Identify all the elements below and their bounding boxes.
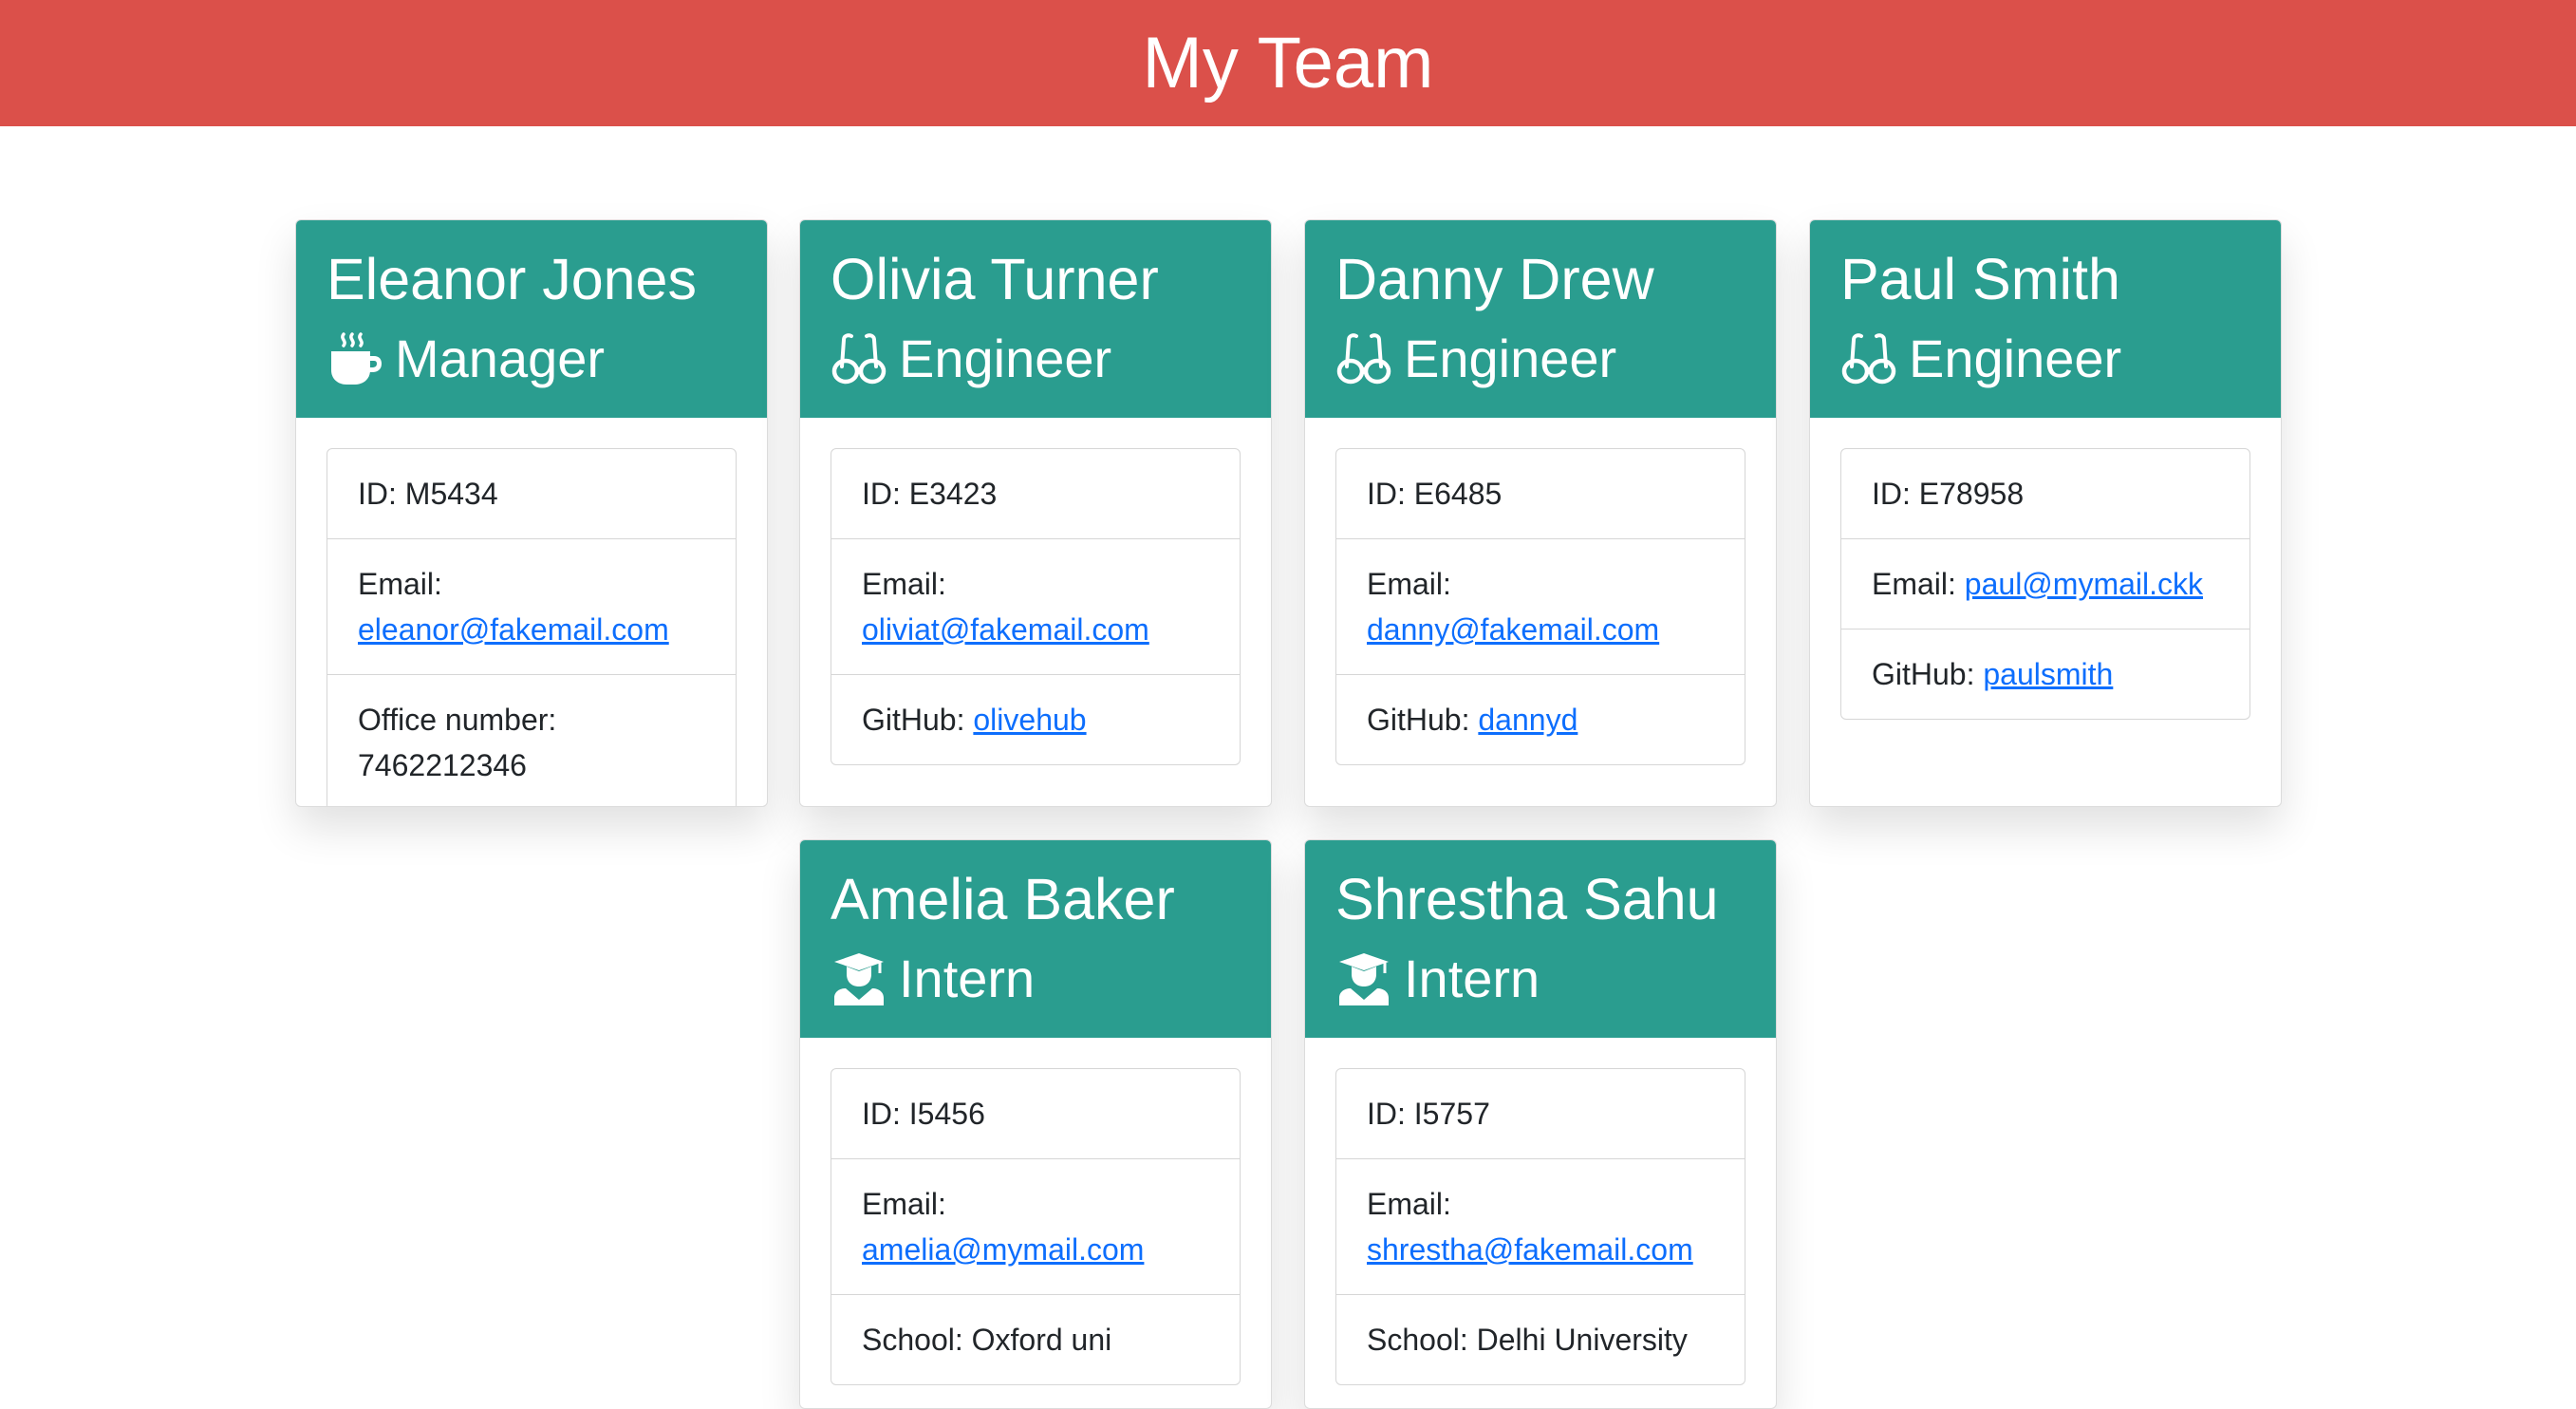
- office-number-item: Office number: 7462212346: [327, 674, 736, 806]
- school-item: School: Delhi University: [1336, 1294, 1745, 1384]
- info-list: ID: E3423 Email: oliviat@fakemail.com Gi…: [831, 448, 1241, 765]
- github-link[interactable]: dannyd: [1478, 703, 1577, 737]
- role-label: Engineer: [899, 329, 1112, 388]
- employee-role: Engineer: [831, 319, 1271, 399]
- coffee-mug-icon: [327, 330, 383, 387]
- employee-card: Eleanor Jones Manager ID: M5434 Email: e…: [295, 219, 768, 807]
- employee-role: Manager: [327, 319, 767, 399]
- card-header: Amelia Baker Intern: [800, 840, 1271, 1038]
- card-body: ID: I5456 Email: amelia@mymail.com Schoo…: [800, 1038, 1271, 1408]
- email-label: Email:: [1367, 567, 1451, 601]
- email-link[interactable]: shrestha@fakemail.com: [1367, 1232, 1693, 1267]
- email-label: Email:: [1872, 567, 1956, 601]
- school-value: Oxford uni: [971, 1323, 1112, 1357]
- github-item: GitHub: dannyd: [1336, 674, 1745, 764]
- email-label: Email:: [1367, 1187, 1451, 1221]
- github-label: GitHub:: [1367, 703, 1470, 737]
- github-label: GitHub:: [862, 703, 965, 737]
- email-item: Email: oliviat@fakemail.com: [831, 538, 1240, 674]
- info-list: ID: M5434 Email: eleanor@fakemail.com Of…: [327, 448, 737, 806]
- card-body: ID: M5434 Email: eleanor@fakemail.com Of…: [296, 418, 767, 806]
- github-link[interactable]: paulsmith: [1983, 657, 2113, 691]
- github-item: GitHub: paulsmith: [1841, 629, 2249, 719]
- card-body: ID: E3423 Email: oliviat@fakemail.com Gi…: [800, 418, 1271, 796]
- employee-name: Danny Drew: [1335, 247, 1654, 311]
- employee-card: Danny Drew Engineer ID: E6485 Email: dan…: [1304, 219, 1777, 807]
- glasses-icon: [831, 330, 887, 387]
- employee-card: Amelia Baker Intern ID: I5456 Email: ame…: [799, 839, 1272, 1409]
- employee-name: Shrestha Sahu: [1335, 867, 1719, 931]
- employee-name: Paul Smith: [1840, 247, 2120, 311]
- employee-card: Olivia Turner Engineer ID: E3423 Email: …: [799, 219, 1272, 807]
- info-list: ID: I5757 Email: shrestha@fakemail.com S…: [1335, 1068, 1745, 1385]
- card-header: Paul Smith Engineer: [1810, 220, 2281, 418]
- employee-role: Intern: [831, 939, 1271, 1019]
- card-body: ID: E6485 Email: danny@fakemail.com GitH…: [1305, 418, 1776, 796]
- email-item: Email: danny@fakemail.com: [1336, 538, 1745, 674]
- email-link[interactable]: amelia@mymail.com: [862, 1232, 1144, 1267]
- role-label: Engineer: [1404, 329, 1617, 388]
- card-header: Eleanor Jones Manager: [296, 220, 767, 418]
- id-item: ID: M5434: [358, 477, 498, 511]
- id-item: ID: I5456: [862, 1097, 985, 1131]
- school-value: Delhi University: [1476, 1323, 1688, 1357]
- card-header: Olivia Turner Engineer: [800, 220, 1271, 418]
- email-label: Email:: [862, 1187, 946, 1221]
- office-number-label: Office number:: [358, 703, 557, 737]
- email-item: Email: shrestha@fakemail.com: [1336, 1158, 1745, 1294]
- id-item: ID: E6485: [1367, 477, 1503, 511]
- email-link[interactable]: oliviat@fakemail.com: [862, 612, 1149, 647]
- school-label: School:: [862, 1323, 963, 1357]
- email-label: Email:: [358, 567, 442, 601]
- email-link[interactable]: danny@fakemail.com: [1367, 612, 1659, 647]
- github-label: GitHub:: [1872, 657, 1975, 691]
- role-label: Engineer: [1909, 329, 2122, 388]
- employee-name: Olivia Turner: [831, 247, 1159, 311]
- role-label: Intern: [899, 949, 1036, 1008]
- card-body: ID: I5757 Email: shrestha@fakemail.com S…: [1305, 1038, 1776, 1408]
- info-list: ID: I5456 Email: amelia@mymail.com Schoo…: [831, 1068, 1241, 1385]
- team-grid: Eleanor Jones Manager ID: M5434 Email: e…: [0, 0, 2576, 1409]
- employee-card: Paul Smith Engineer ID: E78958 Email: pa…: [1809, 219, 2282, 807]
- role-label: Intern: [1404, 949, 1540, 1008]
- email-link[interactable]: eleanor@fakemail.com: [358, 612, 669, 647]
- info-list: ID: E78958 Email: paul@mymail.ckk GitHub…: [1840, 448, 2250, 720]
- glasses-icon: [1840, 330, 1897, 387]
- office-number-value: 7462212346: [358, 748, 527, 782]
- employee-name: Eleanor Jones: [327, 247, 697, 311]
- github-link[interactable]: olivehub: [973, 703, 1086, 737]
- role-label: Manager: [395, 329, 606, 388]
- graduate-icon: [1335, 950, 1392, 1007]
- email-item: Email: amelia@mymail.com: [831, 1158, 1240, 1294]
- email-item: Email: paul@mymail.ckk: [1841, 538, 2249, 629]
- employee-role: Engineer: [1840, 319, 2281, 399]
- id-item: ID: E78958: [1872, 477, 2025, 511]
- graduate-icon: [831, 950, 887, 1007]
- employee-card: Shrestha Sahu Intern ID: I5757 Email: sh…: [1304, 839, 1777, 1409]
- school-label: School:: [1367, 1323, 1468, 1357]
- github-item: GitHub: olivehub: [831, 674, 1240, 764]
- employee-role: Engineer: [1335, 319, 1776, 399]
- glasses-icon: [1335, 330, 1392, 387]
- employee-role: Intern: [1335, 939, 1776, 1019]
- email-label: Email:: [862, 567, 946, 601]
- employee-name: Amelia Baker: [831, 867, 1175, 931]
- id-item: ID: E3423: [862, 477, 998, 511]
- card-body: ID: E78958 Email: paul@mymail.ckk GitHub…: [1810, 418, 2281, 750]
- school-item: School: Oxford uni: [831, 1294, 1240, 1384]
- email-item: Email: eleanor@fakemail.com: [327, 538, 736, 674]
- card-header: Danny Drew Engineer: [1305, 220, 1776, 418]
- id-item: ID: I5757: [1367, 1097, 1490, 1131]
- info-list: ID: E6485 Email: danny@fakemail.com GitH…: [1335, 448, 1745, 765]
- email-link[interactable]: paul@mymail.ckk: [1965, 567, 2203, 601]
- card-header: Shrestha Sahu Intern: [1305, 840, 1776, 1038]
